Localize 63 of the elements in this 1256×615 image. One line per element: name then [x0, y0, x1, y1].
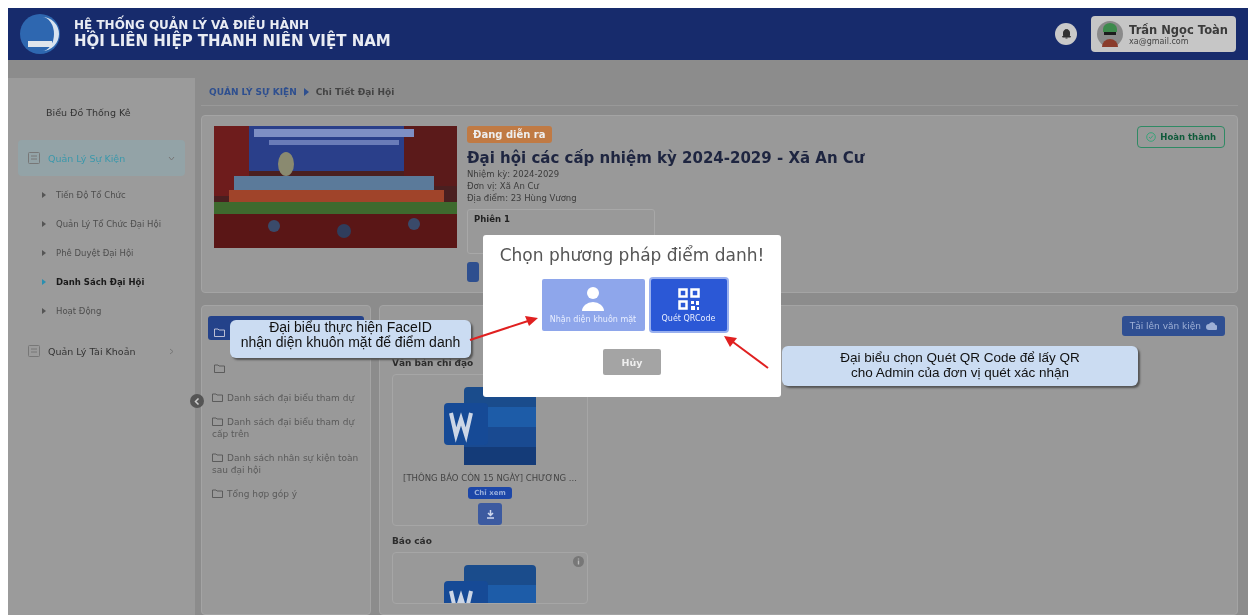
- cloud-upload-icon: [1206, 322, 1217, 330]
- sidebar-item[interactable]: Quản Lý Tài Khoản: [18, 333, 185, 369]
- logo-icon: [20, 14, 60, 54]
- event-detail: Địa điểm: 23 Hùng Vương: [467, 193, 577, 203]
- word-document-icon: [444, 387, 536, 465]
- event-detail: Đơn vị: Xã An Cư: [467, 181, 539, 191]
- section-title: Báo cáo: [392, 536, 432, 546]
- organization-title: HỘI LIÊN HIỆP THANH NIÊN VIỆT NAM: [74, 32, 392, 50]
- notification-button[interactable]: [1055, 23, 1078, 45]
- triangle-icon: [42, 307, 46, 314]
- breadcrumb-link[interactable]: QUẢN LÝ SỰ KIỆN: [209, 86, 297, 97]
- folder-icon: [214, 328, 225, 337]
- complete-button[interactable]: Hoàn thành: [1137, 126, 1225, 148]
- list-icon: [28, 152, 40, 164]
- status-badge: Đang diễn ra: [467, 126, 552, 143]
- annotation-arrow: [724, 336, 768, 368]
- user-menu[interactable]: Trần Ngọc Toàn xa@gmail.com: [1091, 16, 1236, 52]
- file-name: [THÔNG BÁO CÒN 15 NGÀY] CHƯƠNG ...: [403, 473, 577, 483]
- user-email: xa@gmail.com: [1129, 36, 1189, 46]
- folder-icon: [212, 453, 223, 462]
- annotation-tooltip: Đại biểu thực hiện FaceID nhận diện khuôn mặt để điểm danh: [230, 320, 471, 358]
- chevron-down-icon: [168, 154, 175, 162]
- sidebar-subitem[interactable]: Danh Sách Đại Hội: [18, 267, 185, 296]
- download-icon: [485, 509, 495, 519]
- session-title: Phiên 1: [474, 214, 510, 224]
- check-circle-icon: [1146, 132, 1157, 142]
- sidebar-subitem[interactable]: Quản Lý Tổ Chức Đại Hội: [18, 209, 185, 238]
- annotation-tooltip: Đại biểu chọn Quét QR Code để lấy QR cho Admin của đơn vị quét xác nhận: [782, 346, 1138, 386]
- event-detail: Nhiệm kỳ: 2024-2029: [467, 169, 560, 179]
- collapse-button[interactable]: [190, 394, 204, 408]
- breadcrumb-current: Chi Tiết Đại Hội: [315, 86, 395, 97]
- sidebar-subitem[interactable]: Hoạt Động: [18, 296, 185, 325]
- user-name: Trần Ngọc Toàn: [1129, 22, 1228, 37]
- chevron-left-icon: [194, 397, 200, 405]
- download-button[interactable]: [478, 503, 502, 525]
- event-title: Đại hội các cấp nhiệm kỳ 2024-2029 - Xã An Cư: [467, 149, 865, 167]
- method-option[interactable]: Quét QRCode: [650, 279, 727, 331]
- method-option[interactable]: Nhận diện khuôn mặt: [541, 279, 645, 331]
- triangle-icon: [42, 278, 46, 285]
- section-title: Văn bản chỉ đạo: [392, 358, 474, 368]
- dialog-title: Chọn phương pháp điểm danh!: [499, 245, 765, 265]
- sidebar-subitem[interactable]: Phê Duyệt Đại Hội: [18, 238, 185, 267]
- triangle-icon: [42, 191, 46, 198]
- cancel-button[interactable]: Hủy: [603, 349, 661, 375]
- list-icon: [28, 345, 40, 357]
- person-icon: [582, 286, 604, 311]
- chevron-right-icon: [168, 347, 175, 355]
- avatar-icon: [1097, 21, 1124, 47]
- sidebar-item[interactable]: Biểu Đồ Thống Kê: [18, 94, 185, 130]
- triangle-icon: [42, 220, 46, 227]
- sidebar-subitem[interactable]: Tiến Độ Tổ Chức: [18, 180, 185, 209]
- info-icon: [573, 556, 584, 567]
- folder-icon: [212, 393, 223, 402]
- chevron-right-icon: [302, 87, 310, 96]
- folder-item[interactable]: Tổng hợp góp ý: [208, 488, 364, 500]
- upload-button[interactable]: Tải lên văn kiện: [1121, 316, 1225, 336]
- bell-icon: [1061, 29, 1071, 39]
- folder-icon: [214, 364, 225, 373]
- qr-code-icon: [677, 287, 700, 310]
- folder-icon: [212, 489, 223, 498]
- triangle-icon: [42, 249, 46, 256]
- word-document-icon: [444, 565, 536, 603]
- folder-icon: [212, 417, 223, 426]
